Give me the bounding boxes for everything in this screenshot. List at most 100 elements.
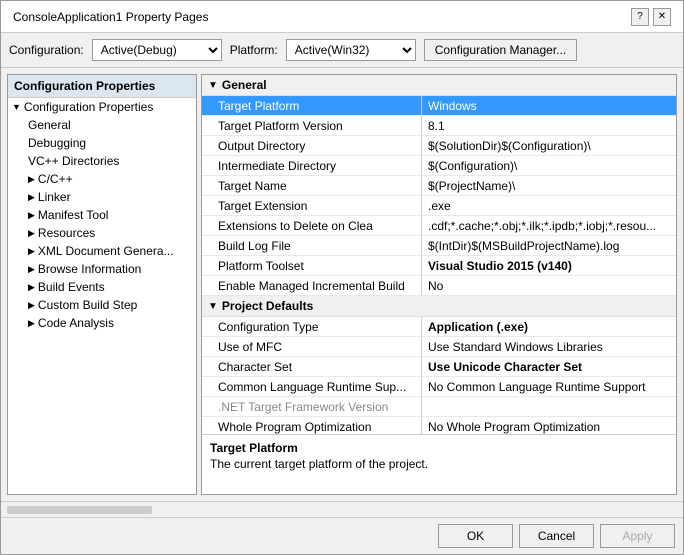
bottom-scrollbar-row — [1, 501, 683, 517]
sidebar-item-manifest-tool[interactable]: ▶ Manifest Tool — [8, 206, 196, 224]
sidebar-item-custom-build[interactable]: ▶ Custom Build Step — [8, 296, 196, 314]
left-panel-header: Configuration Properties — [8, 75, 196, 98]
prop-name: Target Extension — [202, 196, 422, 215]
prop-name: Target Platform Version — [202, 116, 422, 135]
prop-row-extensions-delete[interactable]: Extensions to Delete on Clea .cdf;*.cach… — [202, 216, 676, 236]
sidebar-item-debugging[interactable]: Debugging — [8, 134, 196, 152]
prop-value: $(ProjectName)\ — [422, 176, 676, 195]
sidebar-item-resources[interactable]: ▶ Resources — [8, 224, 196, 242]
tree-item-label: Debugging — [28, 136, 86, 150]
prop-value: .cdf;*.cache;*.obj;*.ilk;*.ipdb;*.iobj;*… — [422, 216, 676, 235]
sidebar-item-cpp[interactable]: ▶ C/C++ — [8, 170, 196, 188]
tree-item-label: VC++ Directories — [28, 154, 119, 168]
prop-row-intermediate-dir[interactable]: Intermediate Directory $(Configuration)\ — [202, 156, 676, 176]
tree-item-label: Custom Build Step — [38, 298, 137, 312]
prop-row-platform-toolset[interactable]: Platform Toolset Visual Studio 2015 (v14… — [202, 256, 676, 276]
prop-name: Target Name — [202, 176, 422, 195]
sidebar-item-browse-info[interactable]: ▶ Browse Information — [8, 260, 196, 278]
prop-value: No Whole Program Optimization — [422, 417, 676, 434]
prop-name: Whole Program Optimization — [202, 417, 422, 434]
expand-icon: ▶ — [28, 174, 35, 185]
tree-root-config[interactable]: ▼ Configuration Properties — [8, 98, 196, 116]
prop-name: Configuration Type — [202, 317, 422, 336]
tree-item-label: Build Events — [38, 280, 105, 294]
prop-name: Character Set — [202, 357, 422, 376]
prop-row-use-mfc[interactable]: Use of MFC Use Standard Windows Librarie… — [202, 337, 676, 357]
tree-item-label: Linker — [38, 190, 71, 204]
prop-name: Build Log File — [202, 236, 422, 255]
prop-row-target-name[interactable]: Target Name $(ProjectName)\ — [202, 176, 676, 196]
prop-row-managed-incremental[interactable]: Enable Managed Incremental Build No — [202, 276, 676, 296]
section-project-defaults-header[interactable]: ▼ Project Defaults — [202, 296, 676, 317]
expand-icon: ▶ — [28, 264, 35, 275]
description-text: The current target platform of the proje… — [210, 457, 668, 471]
horizontal-scrollbar[interactable] — [7, 506, 152, 514]
prop-value — [422, 397, 676, 416]
prop-name: Extensions to Delete on Clea — [202, 216, 422, 235]
tree-item-label: Resources — [38, 226, 95, 240]
prop-row-target-ext[interactable]: Target Extension .exe — [202, 196, 676, 216]
prop-value: 8.1 — [422, 116, 676, 135]
prop-value: Application (.exe) — [422, 317, 676, 336]
close-button[interactable]: ✕ — [653, 8, 671, 26]
title-bar: ConsoleApplication1 Property Pages ? ✕ — [1, 1, 683, 33]
config-manager-button[interactable]: Configuration Manager... — [424, 39, 577, 61]
toolbar: Configuration: Active(Debug) Platform: A… — [1, 33, 683, 68]
prop-row-char-set[interactable]: Character Set Use Unicode Character Set — [202, 357, 676, 377]
prop-row-wpo[interactable]: Whole Program Optimization No Whole Prog… — [202, 417, 676, 434]
props-table: ▼ General Target Platform Windows Target… — [202, 75, 676, 434]
footer: OK Cancel Apply — [1, 517, 683, 554]
sidebar-item-vc-dirs[interactable]: VC++ Directories — [8, 152, 196, 170]
expand-icon: ▶ — [28, 228, 35, 239]
prop-name: Target Platform — [202, 96, 422, 115]
sidebar-item-build-events[interactable]: ▶ Build Events — [8, 278, 196, 296]
prop-name: Intermediate Directory — [202, 156, 422, 175]
prop-row-clr-support[interactable]: Common Language Runtime Sup... No Common… — [202, 377, 676, 397]
right-panel: ▼ General Target Platform Windows Target… — [201, 74, 677, 495]
prop-name: Output Directory — [202, 136, 422, 155]
tree-item-label: General — [28, 118, 71, 132]
help-button[interactable]: ? — [631, 8, 649, 26]
section-expand-icon: ▼ — [208, 301, 218, 312]
prop-value: .exe — [422, 196, 676, 215]
sidebar-item-code-analysis[interactable]: ▶ Code Analysis — [8, 314, 196, 332]
prop-row-target-platform[interactable]: Target Platform Windows — [202, 96, 676, 116]
prop-value: $(SolutionDir)$(Configuration)\ — [422, 136, 676, 155]
prop-row-net-framework[interactable]: .NET Target Framework Version — [202, 397, 676, 417]
section-project-defaults-label: Project Defaults — [222, 299, 313, 313]
prop-name: Enable Managed Incremental Build — [202, 276, 422, 295]
tree-item-label: C/C++ — [38, 172, 73, 186]
left-panel-title: Configuration Properties — [14, 79, 155, 93]
tree-item-label: Browse Information — [38, 262, 141, 276]
left-panel: Configuration Properties ▼ Configuration… — [7, 74, 197, 495]
dialog-title: ConsoleApplication1 Property Pages — [13, 10, 208, 24]
cancel-button[interactable]: Cancel — [519, 524, 594, 548]
prop-row-config-type[interactable]: Configuration Type Application (.exe) — [202, 317, 676, 337]
config-select[interactable]: Active(Debug) — [92, 39, 222, 61]
ok-button[interactable]: OK — [438, 524, 513, 548]
tree-item-label: Manifest Tool — [38, 208, 108, 222]
prop-value: $(IntDir)$(MSBuildProjectName).log — [422, 236, 676, 255]
description-title: Target Platform — [210, 441, 668, 455]
section-expand-icon: ▼ — [208, 80, 218, 91]
apply-button[interactable]: Apply — [600, 524, 675, 548]
sidebar-item-xml-doc[interactable]: ▶ XML Document Genera... — [8, 242, 196, 260]
expand-icon: ▶ — [28, 192, 35, 203]
tree-item-label: Code Analysis — [38, 316, 114, 330]
main-content: Configuration Properties ▼ Configuration… — [1, 68, 683, 501]
description-panel: Target Platform The current target platf… — [202, 434, 676, 494]
platform-select[interactable]: Active(Win32) — [286, 39, 416, 61]
prop-row-build-log[interactable]: Build Log File $(IntDir)$(MSBuildProject… — [202, 236, 676, 256]
platform-label: Platform: — [230, 43, 278, 57]
section-general-label: General — [222, 78, 267, 92]
prop-name: Platform Toolset — [202, 256, 422, 275]
prop-row-target-platform-version[interactable]: Target Platform Version 8.1 — [202, 116, 676, 136]
sidebar-item-linker[interactable]: ▶ Linker — [8, 188, 196, 206]
dialog: ConsoleApplication1 Property Pages ? ✕ C… — [0, 0, 684, 555]
sidebar-item-general[interactable]: General — [8, 116, 196, 134]
section-general-header[interactable]: ▼ General — [202, 75, 676, 96]
prop-row-output-dir[interactable]: Output Directory $(SolutionDir)$(Configu… — [202, 136, 676, 156]
prop-value: $(Configuration)\ — [422, 156, 676, 175]
prop-value: Use Standard Windows Libraries — [422, 337, 676, 356]
expand-icon: ▶ — [28, 246, 35, 257]
